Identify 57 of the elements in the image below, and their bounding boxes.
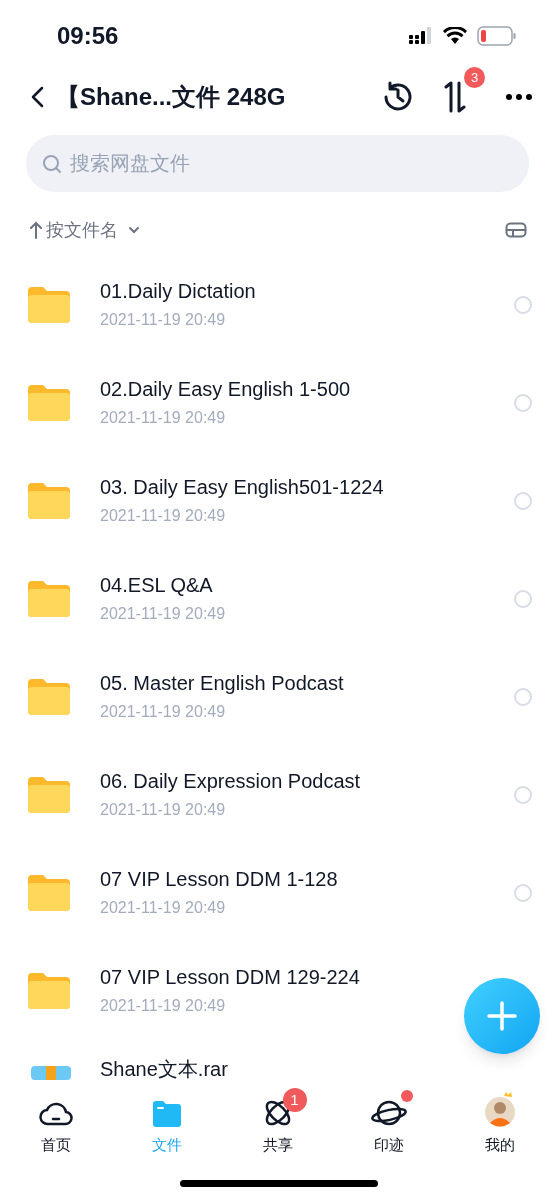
search-icon xyxy=(42,154,62,174)
folder-name: 07 VIP Lesson DDM 129-224 xyxy=(100,965,360,990)
status-time: 09:56 xyxy=(57,21,119,51)
select-radio[interactable] xyxy=(514,688,532,706)
sort-button[interactable]: 按文件名 xyxy=(30,216,140,244)
notification-badge: 3 xyxy=(464,67,485,88)
view-toggle-icon[interactable] xyxy=(505,222,527,238)
folder-icon xyxy=(26,285,72,325)
folder-name: 05. Master English Podcast xyxy=(100,671,344,696)
folder-title: 【Shane...文件 248G xyxy=(56,82,286,112)
modified-date: 2021-11-19 20:49 xyxy=(100,996,227,1016)
notification-badge: 1 xyxy=(282,1088,307,1112)
select-radio[interactable] xyxy=(514,394,532,412)
tab[interactable]: 我的 xyxy=(444,1088,555,1158)
folder-name: 01.Daily Dictation xyxy=(100,279,256,304)
folder-icon xyxy=(151,1100,182,1128)
folder-name: 04.ESL Q&A xyxy=(100,573,214,598)
planet-icon xyxy=(370,1098,407,1128)
file-name: Shane文本.rar xyxy=(100,1058,228,1080)
select-radio[interactable] xyxy=(514,296,532,314)
folder-name: 02.Daily Easy English 1-500 xyxy=(100,377,351,402)
folder-icon xyxy=(26,677,72,717)
modified-date: 2021-11-19 20:49 xyxy=(100,702,227,722)
tab[interactable]: 首页 xyxy=(0,1088,111,1158)
folder-name: 07 VIP Lesson DDM 1-128 xyxy=(100,867,338,892)
plus-icon xyxy=(487,1001,517,1031)
tab[interactable]: 印迹 xyxy=(333,1088,444,1158)
chevron-down-icon xyxy=(128,226,140,234)
up-arrow-icon xyxy=(30,221,42,239)
signal-icon xyxy=(409,27,433,45)
modified-date: 2021-11-19 20:49 xyxy=(100,506,227,526)
select-radio[interactable] xyxy=(514,786,532,804)
folder-icon xyxy=(26,579,72,619)
avatar-icon xyxy=(483,1092,516,1128)
folder-icon xyxy=(26,873,72,913)
folder-name: 03. Daily Easy English501-1224 xyxy=(100,475,384,500)
modified-date: 2021-11-19 20:49 xyxy=(100,898,227,918)
modified-date: 2021-11-19 20:49 xyxy=(100,800,227,820)
folder-icon xyxy=(26,775,72,815)
back-icon[interactable] xyxy=(30,85,46,109)
modified-date: 2021-11-19 20:49 xyxy=(100,408,227,428)
folder-icon xyxy=(26,971,72,1011)
tab[interactable]: 1 共享 xyxy=(222,1088,333,1158)
select-radio[interactable] xyxy=(514,884,532,902)
archive-icon xyxy=(31,1066,71,1080)
modified-date: 2021-11-19 20:49 xyxy=(100,604,226,624)
add-button[interactable] xyxy=(464,978,540,1054)
battery-icon xyxy=(477,26,517,46)
wifi-icon xyxy=(443,27,467,45)
select-radio[interactable] xyxy=(514,590,532,608)
select-radio[interactable] xyxy=(514,492,532,510)
modified-date: 2021-11-19 20:49 xyxy=(100,310,227,330)
more-icon[interactable] xyxy=(505,93,533,101)
folder-name: 06. Daily Expression Podcast xyxy=(100,769,361,794)
search-field[interactable]: 搜索网盘文件 xyxy=(26,135,529,192)
folder-icon xyxy=(26,481,72,521)
folder-icon xyxy=(26,383,72,423)
